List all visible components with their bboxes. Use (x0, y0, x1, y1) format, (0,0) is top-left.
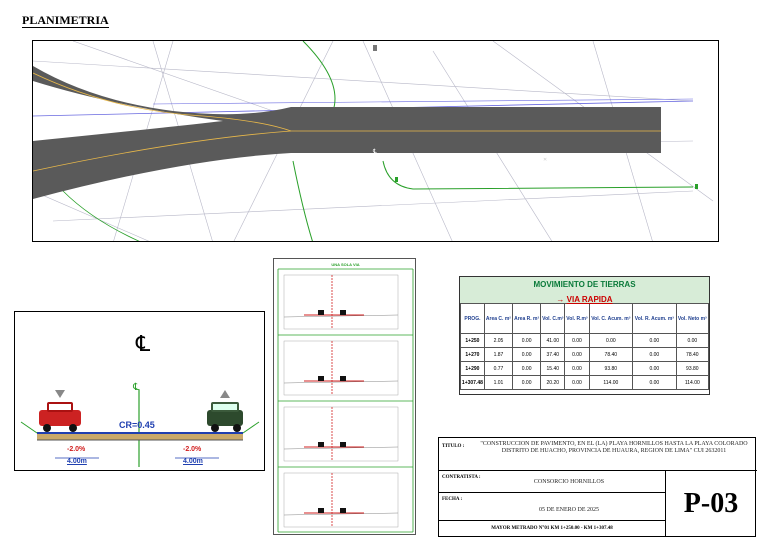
contour-line (382, 160, 694, 190)
table-cell: 114.00 (588, 375, 634, 390)
survey-marker (373, 45, 377, 51)
typical-section: ℄ ℄ CR=0.45 -2.0% -2.0% 4.00m 4.00m (14, 311, 265, 471)
header-cell: Vol. Neto m³ (675, 303, 710, 334)
date-row: FECHA : 05 DE ENERO DE 2025 (439, 493, 665, 521)
contractor-label: CONTRATISTA : (442, 475, 481, 480)
contractor-row: CONTRATISTA : CONSORCIO HORNILLOS (439, 471, 665, 493)
right-width-label: 4.00m (183, 458, 203, 465)
header-cell: PROG. (460, 303, 485, 334)
table-header-row: PROG. Area C. m² Area R. m² Vol. C.m³ Vo… (460, 303, 710, 334)
table-cell: 0.00 (564, 347, 590, 362)
table-cell: 0.00 (564, 361, 590, 376)
table-cell: 0.00 (632, 361, 677, 376)
contour-line (292, 160, 313, 241)
table-cell: 0.00 (588, 333, 634, 348)
title-row: TITULO : "CONSTRUCCION DE PAVIMENTO, EN … (439, 438, 757, 471)
left-width-label: 4.00m (67, 458, 87, 465)
profiles-svg (277, 268, 414, 533)
table-cell: 0.00 (632, 375, 677, 390)
cross-section-profiles: UNA SOLA VIA (273, 258, 416, 535)
profile-1 (283, 274, 399, 330)
title-value: "CONSTRUCCION DE PAVIMENTO, EN EL (LA) P… (480, 441, 748, 454)
profile-4 (283, 472, 399, 528)
table-cell: 1+270 (460, 347, 485, 362)
header-cell: Vol. R.m³ (564, 303, 590, 334)
header-cell: Area C. m² (483, 303, 514, 334)
planimetry-drawing: ℄ ✕ (32, 40, 719, 242)
table-cell: 0.00 (675, 333, 710, 348)
date-value: 05 DE ENERO DE 2025 (539, 507, 599, 513)
car-left-icon (39, 390, 81, 432)
table-row: 1+307.48 1.01 0.00 20.20 0.00 114.00 0.0… (460, 375, 710, 390)
table-cell: 1+290 (460, 361, 485, 376)
cr-label: CR=0.45 (119, 420, 155, 430)
earthworks-title-bar: MOVIMIENTO DE TIERRAS → VIA RAPIDA (460, 277, 709, 304)
title-block: TITULO : "CONSTRUCCION DE PAVIMENTO, EN … (438, 437, 757, 537)
survey-marker (695, 184, 698, 189)
table-cell: 0.00 (512, 333, 542, 348)
table-cell: 2.05 (483, 333, 514, 348)
sheet-code: P-03 (665, 471, 756, 537)
earthworks-title: MOVIMIENTO DE TIERRAS (533, 280, 636, 289)
table-cell: 1+307.48 (460, 375, 485, 390)
axis-marker: ℄ (373, 148, 377, 155)
table-cell: 78.40 (588, 347, 634, 362)
contour-line (302, 41, 336, 112)
reference-line (152, 98, 694, 105)
slope-right (242, 421, 260, 434)
table-cell: 0.00 (564, 333, 590, 348)
table-cell: 41.00 (540, 333, 566, 348)
planimetry-svg: ℄ ✕ (33, 41, 714, 241)
footer-note: MAYOR METRADO N°01 KM 1+250.00 - KM 1+30… (491, 526, 613, 531)
table-cell: 37.40 (540, 347, 566, 362)
section-svg (20, 390, 260, 467)
table-cell: 0.00 (512, 361, 542, 376)
slope-left (20, 421, 38, 434)
header-cell: Vol. C. Acum. m³ (588, 303, 634, 334)
table-cell: 0.00 (512, 347, 542, 362)
table-cell: 114.00 (675, 375, 710, 390)
table-cell: 1.87 (483, 347, 514, 362)
table-row: 1+250 2.05 0.00 41.00 0.00 0.00 0.00 0.0… (460, 333, 710, 348)
survey-marker (395, 177, 398, 182)
profile-3 (283, 406, 399, 462)
contour-line (62, 190, 140, 241)
table-cell: 0.00 (632, 347, 677, 362)
left-slope-label: -2.0% (67, 446, 86, 453)
table-cell: 15.40 (540, 361, 566, 376)
table-cell: 93.80 (588, 361, 634, 376)
earthworks-subtitle: VIA RAPIDA (566, 295, 613, 304)
date-label: FECHA : (442, 497, 463, 502)
table-cell: 0.00 (632, 333, 677, 348)
table-row: 1+290 0.77 0.00 15.40 0.00 93.80 0.00 93… (460, 361, 710, 376)
table-row: 1+270 1.87 0.00 37.40 0.00 78.40 0.00 78… (460, 347, 710, 362)
table-cell: 0.00 (564, 375, 590, 390)
right-slope-label: -2.0% (183, 446, 202, 453)
axis-symbol: ℄ (133, 382, 140, 393)
table-cell: 1+250 (460, 333, 485, 348)
contractor-value: CONSORCIO HORNILLOS (533, 479, 605, 485)
table-cell: 1.01 (483, 375, 514, 390)
car-right-icon (207, 390, 243, 432)
earthworks-table: PROG. Area C. m² Area R. m² Vol. C.m³ Vo… (460, 303, 710, 390)
header-cell: Area R. m² (512, 303, 542, 334)
arrow-right-icon: → (556, 295, 567, 304)
table-cell: 0.77 (483, 361, 514, 376)
table-cell: 93.80 (675, 361, 710, 376)
table-cell: 78.40 (675, 347, 710, 362)
table-cell: 20.20 (540, 375, 566, 390)
header-cell: Vol. C.m³ (540, 303, 566, 334)
road-pavement (33, 66, 661, 199)
table-cell: 0.00 (512, 375, 542, 390)
header-cell: Vol. R. Acum. m³ (632, 303, 677, 334)
point-marker: ✕ (543, 157, 547, 163)
profile-2 (283, 340, 399, 396)
title-label: TITULO : (442, 444, 465, 449)
earthworks-table-panel: MOVIMIENTO DE TIERRAS → VIA RAPIDA PROG.… (459, 276, 710, 395)
base-layer (37, 434, 243, 440)
planimetry-title: PLANIMETRIA (22, 13, 109, 28)
